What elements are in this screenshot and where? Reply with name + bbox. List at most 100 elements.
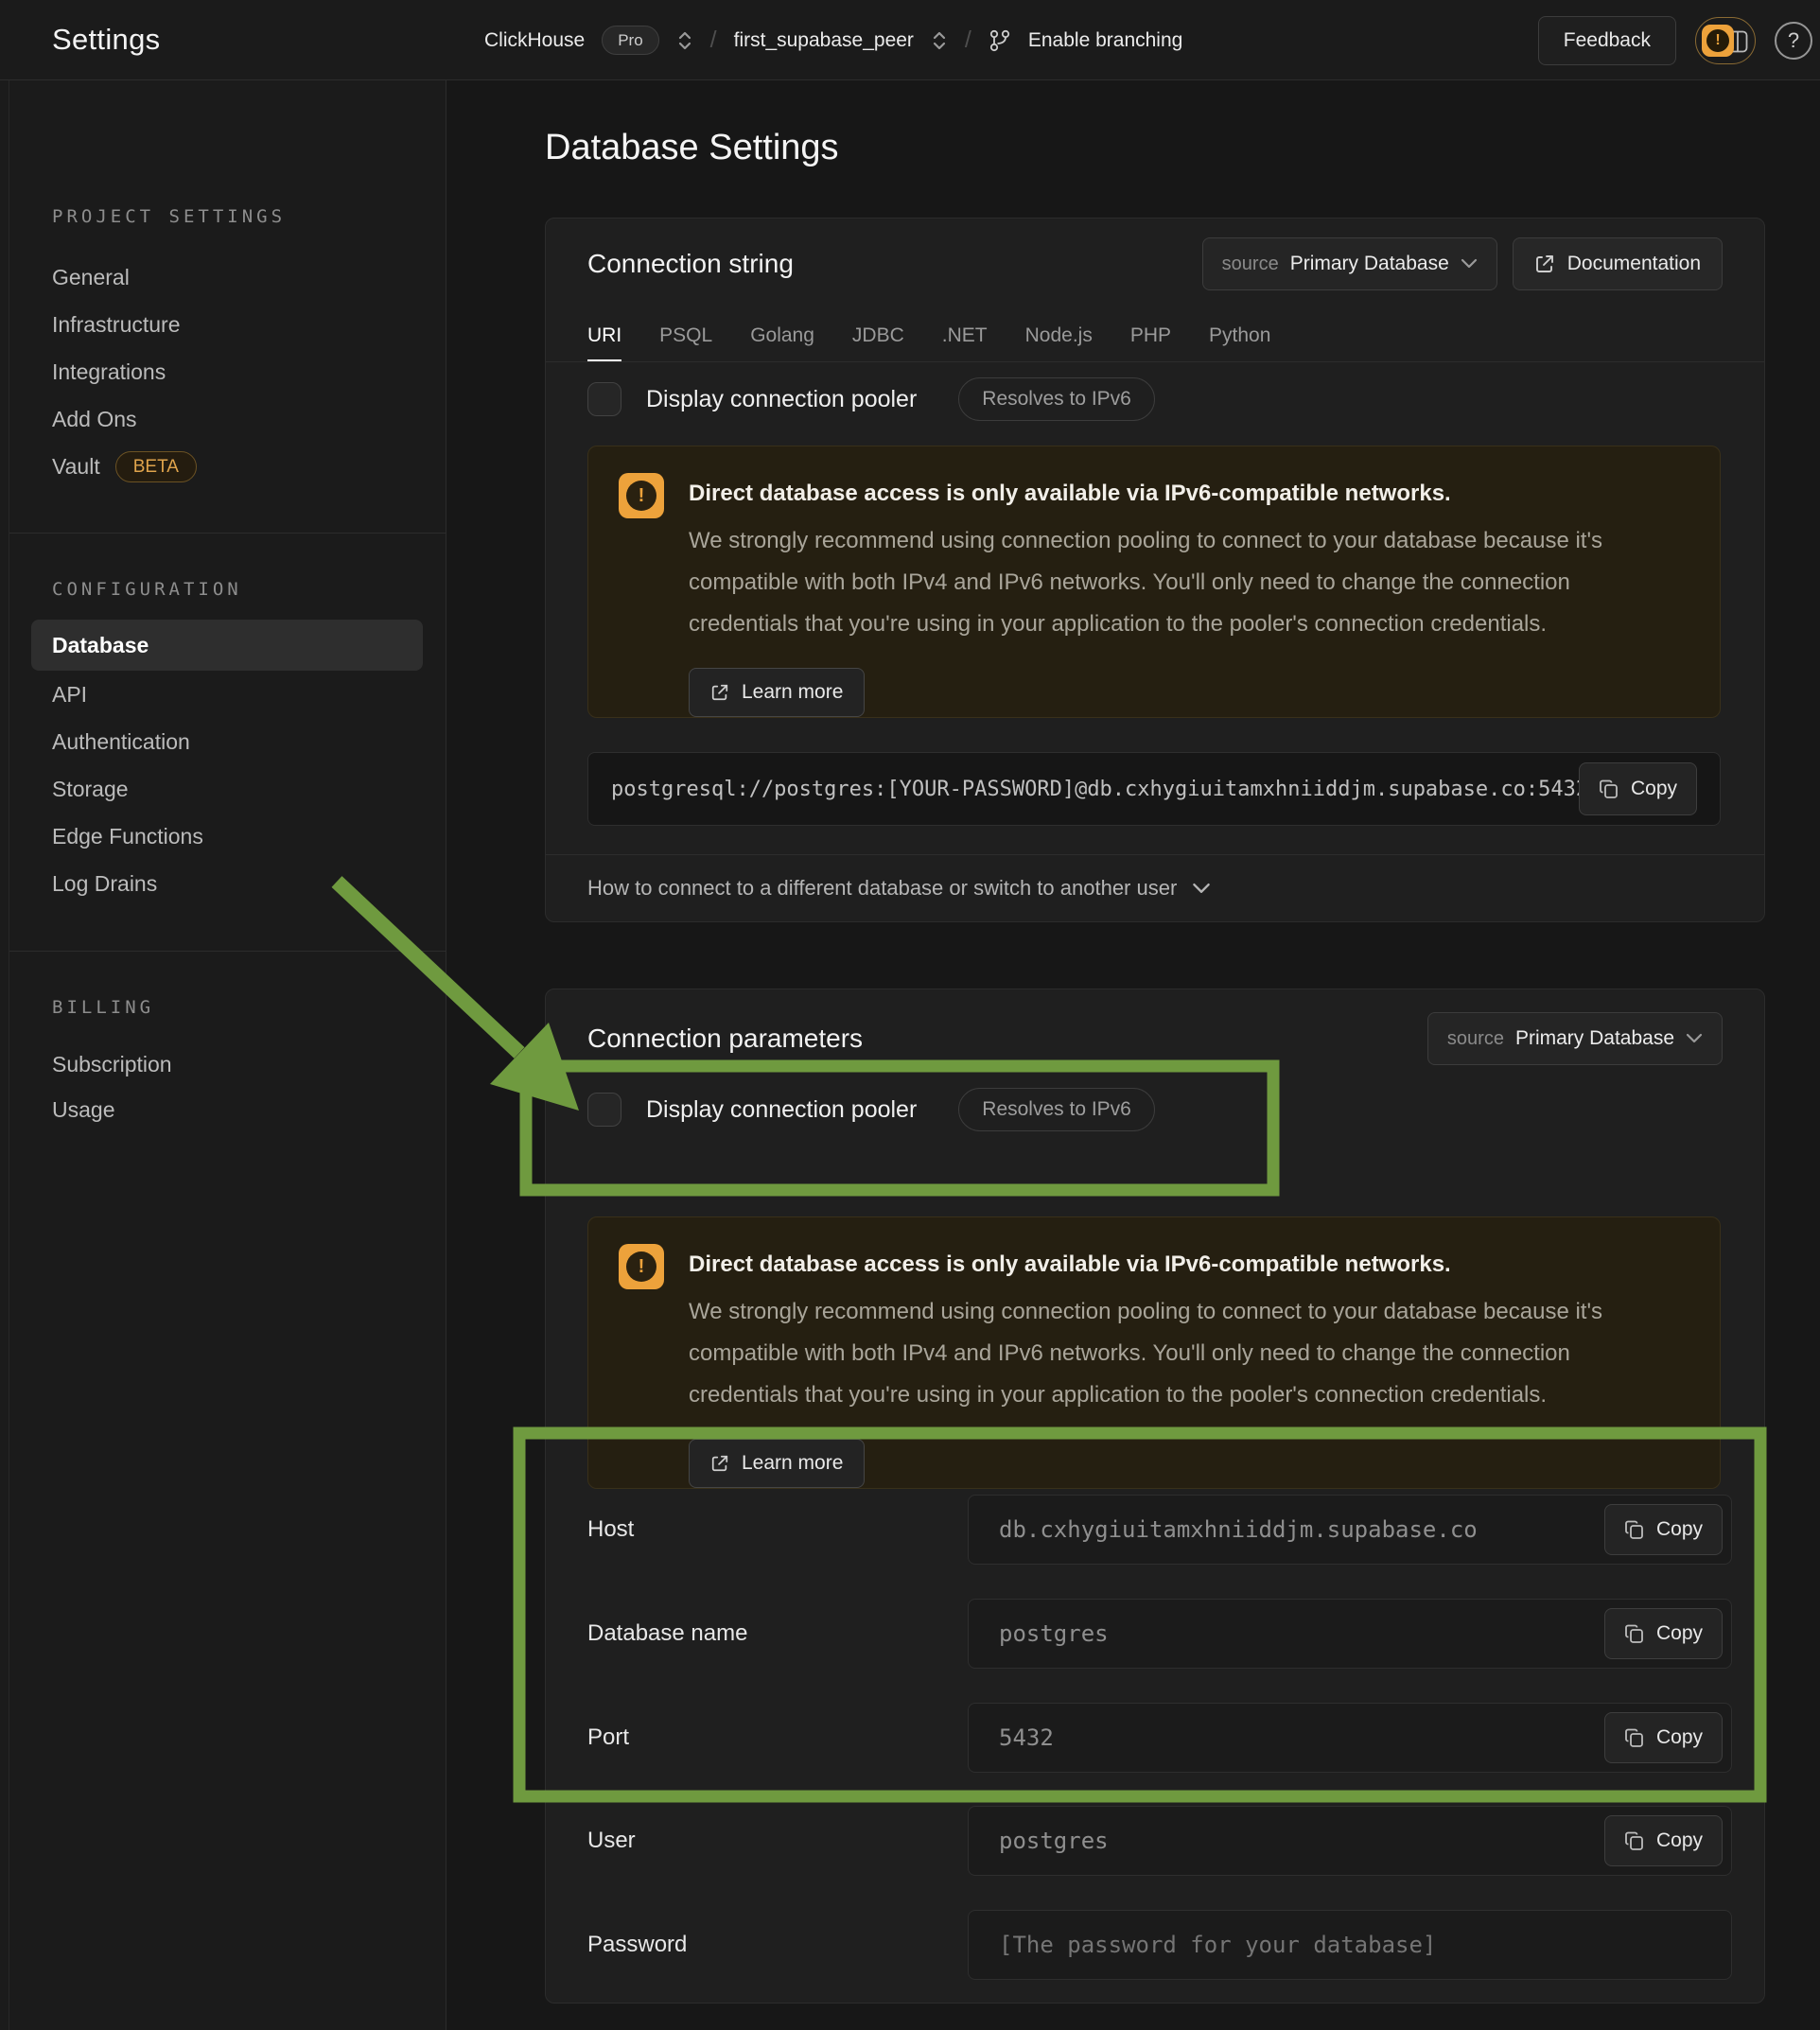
copy-database-name-button[interactable]: Copy: [1604, 1608, 1723, 1659]
copy-icon: [1624, 1727, 1645, 1748]
sidebar-item-general[interactable]: General: [52, 254, 130, 301]
beta-badge: BETA: [115, 451, 197, 482]
host-field[interactable]: db.cxhygiuitamxhniiddjm.supabase.co Copy: [968, 1495, 1732, 1565]
breadcrumb-org[interactable]: ClickHouse: [484, 29, 585, 52]
plan-badge: Pro: [602, 26, 658, 55]
user-field[interactable]: postgres Copy: [968, 1806, 1732, 1876]
warning-title: Direct database access is only available…: [689, 1251, 1635, 1278]
copy-label: Copy: [1656, 1622, 1703, 1645]
connection-string-card: Connection string source Primary Databas…: [545, 218, 1765, 922]
external-link-icon: [710, 1454, 729, 1473]
sidebar-item-storage[interactable]: Storage: [52, 765, 129, 813]
chevron-down-icon: [1192, 883, 1211, 895]
learn-more-button[interactable]: Learn more: [689, 1439, 865, 1488]
source-value: Primary Database: [1515, 1027, 1674, 1050]
ipv6-warning-banner: ! Direct database access is only availab…: [587, 1216, 1721, 1489]
resolves-to-ipv6-badge: Resolves to IPv6: [958, 377, 1155, 421]
sidebar-item-api[interactable]: API: [52, 671, 87, 718]
notifications-button[interactable]: !: [1695, 17, 1756, 64]
tab-python[interactable]: Python: [1209, 309, 1270, 361]
ipv6-warning-banner: ! Direct database access is only availab…: [587, 446, 1721, 718]
project-selector-icon[interactable]: [931, 29, 948, 52]
documentation-button[interactable]: Documentation: [1513, 237, 1723, 290]
section-heading-configuration: CONFIGURATION: [52, 579, 242, 600]
user-value: postgres: [999, 1828, 1701, 1854]
git-branch-icon: [989, 28, 1011, 53]
connection-parameters-title: Connection parameters: [587, 1024, 863, 1054]
sidebar-item-subscription[interactable]: Subscription: [52, 1041, 172, 1088]
copy-host-button[interactable]: Copy: [1604, 1504, 1723, 1555]
display-connection-pooler-label: Display connection pooler: [646, 386, 917, 413]
learn-more-label: Learn more: [742, 681, 843, 704]
password-placeholder: [The password for your database]: [999, 1932, 1701, 1958]
section-heading-billing: BILLING: [52, 997, 154, 1018]
resolves-to-ipv6-badge: Resolves to IPv6: [958, 1088, 1155, 1131]
tab-uri[interactable]: URI: [587, 309, 621, 361]
warning-title: Direct database access is only available…: [689, 481, 1635, 507]
password-field[interactable]: [The password for your database]: [968, 1910, 1732, 1980]
enable-branching-button[interactable]: Enable branching: [1028, 29, 1182, 52]
database-name-value: postgres: [999, 1620, 1701, 1647]
connect-help-expander[interactable]: How to connect to a different database o…: [546, 854, 1764, 921]
alert-icon: !: [619, 1244, 664, 1289]
external-link-icon: [710, 683, 729, 702]
tab-jdbc[interactable]: JDBC: [852, 309, 904, 361]
param-row-host: Host db.cxhygiuitamxhniiddjm.supabase.co…: [587, 1495, 1732, 1565]
sidebar-item-log-drains[interactable]: Log Drains: [52, 860, 157, 907]
copy-user-button[interactable]: Copy: [1604, 1815, 1723, 1866]
copy-label: Copy: [1656, 1829, 1703, 1852]
alert-icon: !: [619, 473, 664, 518]
documentation-label: Documentation: [1567, 253, 1701, 275]
help-icon[interactable]: ?: [1775, 22, 1812, 60]
warning-body-text: We strongly recommend using connection p…: [689, 1291, 1635, 1416]
port-field[interactable]: 5432 Copy: [968, 1703, 1732, 1773]
breadcrumb: ClickHouse Pro / first_supabase_peer / E…: [484, 0, 1182, 80]
port-value: 5432: [999, 1724, 1701, 1751]
learn-more-label: Learn more: [742, 1452, 843, 1475]
host-value: db.cxhygiuitamxhniiddjm.supabase.co: [999, 1516, 1701, 1543]
feedback-button[interactable]: Feedback: [1538, 16, 1676, 65]
copy-uri-button[interactable]: Copy: [1579, 762, 1697, 815]
sidebar-item-edge-functions[interactable]: Edge Functions: [52, 813, 203, 860]
display-connection-pooler-checkbox[interactable]: [587, 382, 621, 416]
chevron-down-icon: [1461, 258, 1478, 270]
source-select[interactable]: source Primary Database: [1427, 1012, 1723, 1065]
tab-psql[interactable]: PSQL: [659, 309, 712, 361]
sidebar-item-usage[interactable]: Usage: [52, 1086, 114, 1133]
copy-label: Copy: [1656, 1726, 1703, 1749]
database-name-field[interactable]: postgres Copy: [968, 1599, 1732, 1669]
learn-more-button[interactable]: Learn more: [689, 668, 865, 717]
sidebar-item-integrations[interactable]: Integrations: [52, 348, 166, 395]
warning-body-text: We strongly recommend using connection p…: [689, 520, 1635, 645]
tab-dotnet[interactable]: .NET: [942, 309, 988, 361]
connection-uri-text: postgresql://postgres:[YOUR-PASSWORD]@db…: [611, 778, 1579, 801]
tab-golang[interactable]: Golang: [750, 309, 814, 361]
param-row-database-name: Database name postgres Copy: [587, 1599, 1732, 1669]
copy-icon: [1624, 1830, 1645, 1851]
tab-php[interactable]: PHP: [1130, 309, 1171, 361]
copy-label: Copy: [1631, 778, 1677, 800]
connection-uri-box: postgresql://postgres:[YOUR-PASSWORD]@db…: [587, 752, 1721, 826]
sidebar-divider: [9, 951, 446, 952]
top-bar-actions: Feedback ! ?: [1538, 0, 1820, 80]
copy-icon: [1624, 1519, 1645, 1540]
alert-badge-icon: !: [1702, 25, 1734, 57]
copy-icon: [1599, 779, 1619, 799]
chevron-down-icon: [1686, 1033, 1703, 1044]
top-bar: Settings ClickHouse Pro / first_supabase…: [0, 0, 1820, 80]
sidebar-item-label: Vault: [52, 443, 100, 490]
sidebar-item-add-ons[interactable]: Add Ons: [52, 395, 137, 443]
org-selector-icon[interactable]: [676, 29, 693, 52]
sidebar-item-authentication[interactable]: Authentication: [52, 718, 190, 765]
sidebar-item-infrastructure[interactable]: Infrastructure: [52, 301, 181, 348]
tab-nodejs[interactable]: Node.js: [1025, 309, 1093, 361]
connect-help-label: How to connect to a different database o…: [587, 876, 1177, 901]
copy-port-button[interactable]: Copy: [1604, 1712, 1723, 1763]
display-connection-pooler-checkbox[interactable]: [587, 1093, 621, 1127]
sidebar-item-database[interactable]: Database: [31, 620, 423, 671]
sidebar-item-vault[interactable]: Vault BETA: [52, 443, 197, 490]
source-value: Primary Database: [1290, 253, 1449, 275]
breadcrumb-project[interactable]: first_supabase_peer: [734, 29, 914, 52]
source-select[interactable]: source Primary Database: [1202, 237, 1497, 290]
sidebar-divider: [9, 533, 446, 534]
